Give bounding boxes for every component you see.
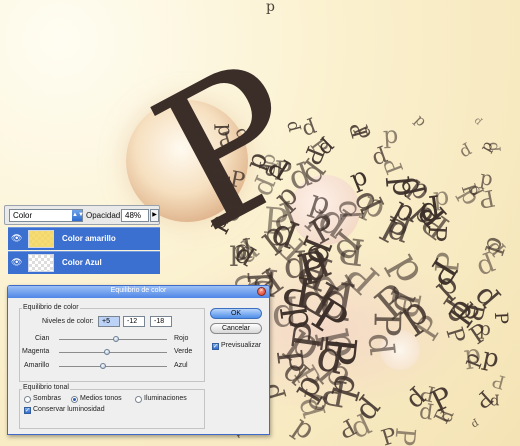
opacity-input[interactable]: 48% <box>121 209 149 222</box>
layer-row-color-azul[interactable]: 👁 Color Azul <box>8 251 160 274</box>
preview-checkbox[interactable]: ✓ <box>212 343 219 350</box>
scatter-letter: p <box>417 400 435 428</box>
layer-name: Color amarillo <box>62 234 116 243</box>
layers-panel: Color ▲▼ Opacidad: 48% ▶ 👁 Color amarill… <box>4 205 160 275</box>
radio-highlights[interactable] <box>135 396 142 403</box>
scatter-letter: P <box>346 119 375 142</box>
scatter-letter: P <box>273 155 294 188</box>
level-input-magenta-green[interactable]: -12 <box>123 316 145 327</box>
checkbox-label: Conservar luminosidad <box>33 406 105 413</box>
chevron-right-icon[interactable]: ▶ <box>150 209 159 222</box>
blend-mode-value: Color <box>13 211 33 220</box>
slider-track-yellow-blue <box>59 366 167 367</box>
layer-thumbnail <box>28 254 54 272</box>
slider-left-label: Amarillo <box>24 362 50 369</box>
eye-icon[interactable]: 👁 <box>11 233 23 245</box>
radio-label: Sombras <box>33 395 62 402</box>
scatter-letter: p <box>471 115 484 128</box>
tonal-balance-group-label: Equilibrio tonal <box>22 384 70 391</box>
color-balance-dialog: Equilibrio de color × Equilibrio de colo… <box>7 285 270 435</box>
slider-right-label: Verde <box>174 348 193 355</box>
scatter-letter: p <box>411 111 430 131</box>
scatter-letter: p <box>381 120 399 150</box>
level-input-yellow-blue[interactable]: -18 <box>150 316 172 327</box>
dialog-title: Equilibrio de color <box>110 287 167 294</box>
slider-track-magenta-green <box>59 352 167 353</box>
layer-thumbnail <box>28 230 54 248</box>
close-icon[interactable]: × <box>257 287 266 296</box>
cancel-button[interactable]: Cancelar <box>210 323 262 334</box>
slider-left-label: Cian <box>35 335 50 342</box>
slider-left-label: Magenta <box>22 348 50 355</box>
scatter-letter: P <box>422 224 453 243</box>
slider-thumb-cyan-red[interactable] <box>112 336 119 342</box>
opacity-label: Opacidad: <box>86 211 123 220</box>
scatter-letter: P <box>470 385 498 414</box>
layer-row-color-amarillo[interactable]: 👁 Color amarillo <box>8 227 160 250</box>
blend-mode-select[interactable]: Color ▲▼ <box>9 209 84 222</box>
checkbox-label: Previsualizar <box>221 342 262 349</box>
levels-label: Niveles de color: <box>42 318 94 325</box>
scatter-letter: p <box>478 318 492 341</box>
level-input-cyan-red[interactable]: +5 <box>98 316 120 327</box>
scatter-letter: p <box>431 181 450 212</box>
scatter-letter: p <box>266 0 275 15</box>
updown-arrows-icon: ▲▼ <box>72 210 84 221</box>
scatter-letter: p <box>457 141 477 165</box>
scatter-letter: P <box>427 250 468 276</box>
radio-shadows[interactable] <box>24 396 31 403</box>
scatter-letter: P <box>207 168 236 186</box>
color-balance-group-label: Equilibrio de color <box>22 304 80 311</box>
layer-options-bar: Color ▲▼ Opacidad: 48% ▶ <box>4 205 160 225</box>
dialog-titlebar[interactable]: Equilibrio de color × <box>8 286 269 298</box>
radio-label: Iluminaciones <box>144 395 187 402</box>
ok-button[interactable]: OK <box>210 308 262 319</box>
scatter-letter: p <box>384 174 425 199</box>
radio-label: Medios tonos <box>80 395 122 402</box>
scatter-letter: p <box>482 141 502 153</box>
slider-right-label: Rojo <box>174 335 189 342</box>
slider-right-label: Azul <box>174 362 188 369</box>
scatter-letter: p <box>469 417 482 432</box>
radio-midtones[interactable] <box>71 396 78 403</box>
eye-icon[interactable]: 👁 <box>11 257 23 269</box>
layer-name: Color Azul <box>62 258 102 267</box>
preserve-luminosity-checkbox[interactable]: ✓ <box>24 407 31 414</box>
slider-thumb-magenta-green[interactable] <box>103 349 110 355</box>
scatter-letter: P <box>489 311 512 325</box>
scatter-letter: p <box>213 123 238 137</box>
scatter-letter: p <box>298 115 321 145</box>
